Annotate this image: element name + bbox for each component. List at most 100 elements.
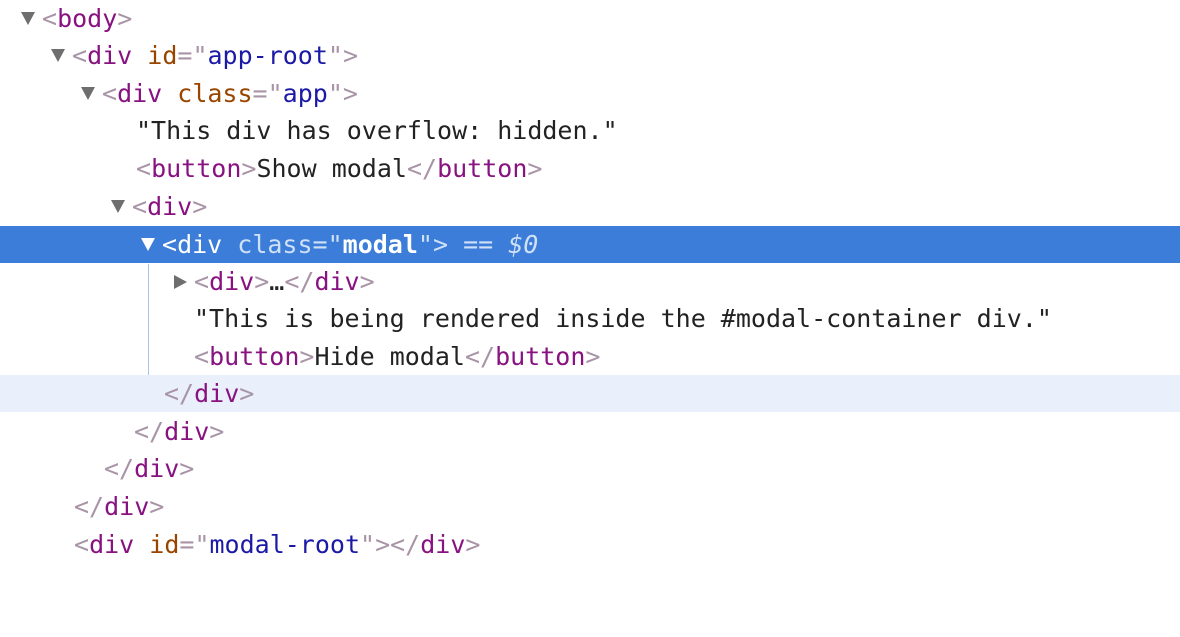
tree-row-div[interactable]: <div> xyxy=(0,188,1180,225)
node-close-div[interactable]: </div> xyxy=(134,413,224,450)
tree-row-collapsed-div[interactable]: <div>…</div> xyxy=(0,263,1180,300)
tag-bracket: </ xyxy=(104,454,135,483)
tag-bracket: > xyxy=(192,192,208,221)
tag-bracket: < xyxy=(194,267,210,296)
tag-bracket: < xyxy=(132,192,148,221)
tag-bracket: </ xyxy=(164,379,195,408)
attribute-name: class xyxy=(237,230,313,259)
tag-name: div xyxy=(147,192,193,221)
triangle-right-icon[interactable] xyxy=(170,263,190,300)
collapsed-ellipsis[interactable]: … xyxy=(269,267,284,296)
tag-bracket: </ xyxy=(464,342,496,371)
tree-row-close-app[interactable]: </div> xyxy=(0,450,1180,487)
tag-bracket: < xyxy=(72,41,88,70)
tree-row-modal-selected[interactable]: <div class="modal"> == $0 xyxy=(0,226,1180,263)
tag-bracket: < xyxy=(162,230,178,259)
tree-row-close-modal[interactable]: </div> xyxy=(0,375,1180,412)
tree-row-text-overflow[interactable]: "This div has overflow: hidden." xyxy=(0,112,1180,149)
button-text: Hide modal xyxy=(314,342,465,371)
node-close-app[interactable]: </div> xyxy=(104,450,194,487)
tag-name: div xyxy=(117,79,163,108)
tree-row-modal-root[interactable]: <div id="modal-root"></div> xyxy=(0,526,1180,563)
node-modal-root[interactable]: <div id="modal-root"></div> xyxy=(74,526,480,563)
node-modal[interactable]: <div class="modal"> == $0 xyxy=(162,226,538,263)
attribute-name: class xyxy=(177,79,253,108)
tag-bracket: </ xyxy=(134,417,165,446)
tag-name: button xyxy=(437,154,528,183)
tag-bracket: </ xyxy=(74,492,105,521)
tag-name: div xyxy=(134,454,180,483)
tag-name: body xyxy=(57,4,118,33)
tag-bracket: > xyxy=(117,4,133,33)
node-div[interactable]: <div> xyxy=(132,188,207,225)
node-app[interactable]: <div class="app"> xyxy=(102,75,358,112)
tag-bracket: > xyxy=(179,454,195,483)
tag-bracket: > xyxy=(254,267,270,296)
tag-bracket: > xyxy=(527,154,543,183)
tag-bracket: "> xyxy=(327,41,359,70)
elements-tree: <body> <div id="app-root"> <div class="a… xyxy=(0,0,1180,566)
triangle-down-icon[interactable] xyxy=(18,0,38,37)
tag-bracket: < xyxy=(102,79,118,108)
node-hide-modal-button[interactable]: <button>Hide modal</button> xyxy=(194,338,600,375)
tree-row-close-app-root[interactable]: </div> xyxy=(0,488,1180,525)
tree-row-text-rendered[interactable]: "This is being rendered inside the #moda… xyxy=(0,300,1180,337)
tag-name: div xyxy=(177,230,223,259)
tag-bracket: > xyxy=(585,342,601,371)
tag-bracket: "> xyxy=(327,79,358,108)
tag-bracket: "> xyxy=(360,530,391,559)
tag-bracket: > xyxy=(359,267,375,296)
tree-row-close-div[interactable]: </div> xyxy=(0,413,1180,450)
tag-bracket: "> xyxy=(417,230,449,259)
tag-name: div xyxy=(87,41,133,70)
attribute-value: app-root xyxy=(207,41,328,70)
console-reference-dollar: $0 xyxy=(508,230,539,259)
button-text: Show modal xyxy=(256,154,407,183)
text-node-overflow[interactable]: "This div has overflow: hidden." xyxy=(136,112,618,149)
tag-bracket: < xyxy=(194,342,210,371)
tag-name: div xyxy=(89,530,135,559)
attribute-name: id xyxy=(147,41,178,70)
tag-name: div xyxy=(209,267,255,296)
tree-row-body[interactable]: <body> xyxy=(0,0,1180,37)
attribute-value: modal-root xyxy=(209,530,361,559)
tag-bracket: > xyxy=(239,379,255,408)
node-collapsed-div[interactable]: <div>…</div> xyxy=(194,263,375,300)
console-reference-marker: == xyxy=(448,230,509,259)
triangle-down-icon[interactable] xyxy=(48,37,68,74)
tree-row-app[interactable]: <div class="app"> xyxy=(0,75,1180,112)
tag-bracket: > xyxy=(149,492,165,521)
tag-name: div xyxy=(420,530,466,559)
text-node-rendered[interactable]: "This is being rendered inside the #moda… xyxy=(194,300,1052,337)
node-close-modal[interactable]: </div> xyxy=(164,375,254,412)
tag-name: button xyxy=(209,342,300,371)
attribute-value: modal xyxy=(342,230,418,259)
tag-name: div xyxy=(194,379,240,408)
tag-name: div xyxy=(164,417,210,446)
tag-bracket: > xyxy=(209,417,225,446)
attribute-equals: =" xyxy=(252,79,283,108)
tag-bracket: < xyxy=(42,4,58,33)
tag-bracket: > xyxy=(465,530,481,559)
tag-name: button xyxy=(151,154,242,183)
tag-bracket: < xyxy=(74,530,90,559)
attribute-equals: =" xyxy=(312,230,343,259)
attribute-value: app xyxy=(282,79,328,108)
tag-bracket: > xyxy=(241,154,257,183)
triangle-down-icon[interactable] xyxy=(78,75,98,112)
triangle-down-icon[interactable] xyxy=(108,188,128,225)
tag-name: button xyxy=(495,342,586,371)
tag-name: div xyxy=(104,492,150,521)
attribute-name: id xyxy=(149,530,180,559)
tree-row-hide-button[interactable]: <button>Hide modal</button> xyxy=(0,338,1180,375)
tree-row-show-button[interactable]: <button>Show modal</button> xyxy=(0,150,1180,187)
tag-bracket: </ xyxy=(284,267,315,296)
tag-bracket: > xyxy=(299,342,315,371)
node-show-modal-button[interactable]: <button>Show modal</button> xyxy=(136,150,542,187)
tree-row-app-root[interactable]: <div id="app-root"> xyxy=(0,37,1180,74)
triangle-down-icon[interactable] xyxy=(138,226,158,263)
node-close-app-root[interactable]: </div> xyxy=(74,488,164,525)
node-app-root[interactable]: <div id="app-root"> xyxy=(72,37,358,74)
node-body[interactable]: <body> xyxy=(42,0,132,37)
attribute-equals: =" xyxy=(179,530,210,559)
